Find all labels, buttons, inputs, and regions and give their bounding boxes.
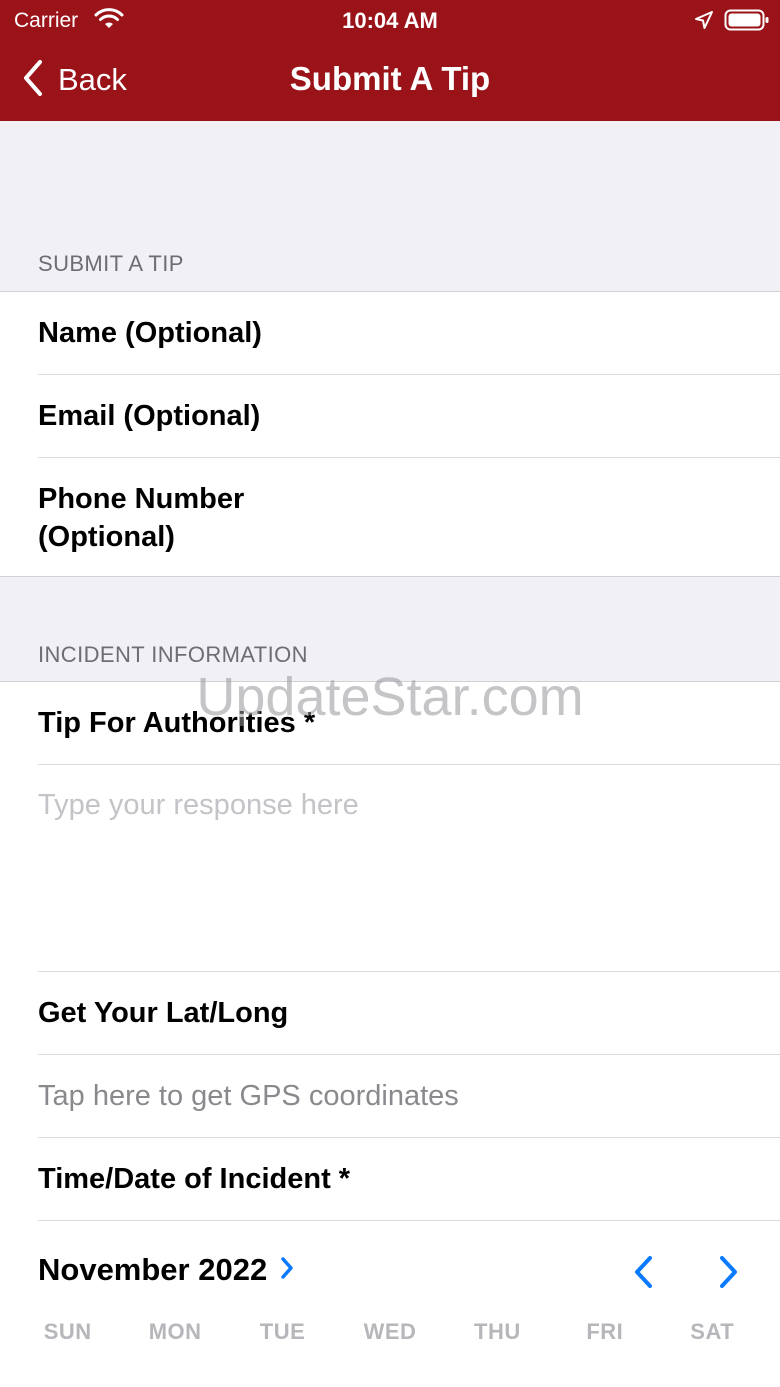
tip-for-authorities-label-row: Tip For Authorities * bbox=[38, 682, 780, 765]
location-arrow-icon bbox=[694, 10, 714, 35]
weekday-wed: WED bbox=[363, 1319, 417, 1344]
status-bar: Carrier 10:04 AM bbox=[0, 0, 780, 42]
calendar-month-picker[interactable]: November 2022 bbox=[38, 1252, 295, 1288]
get-gps-button[interactable]: Tap here to get GPS coordinates bbox=[38, 1055, 780, 1138]
name-field[interactable]: Name (Optional) bbox=[38, 292, 780, 375]
email-field-label: Email (Optional) bbox=[38, 400, 261, 432]
name-field-label: Name (Optional) bbox=[38, 317, 262, 349]
calendar-weekday-header: SUN MON TUE WED THU FRI SAT bbox=[14, 1319, 766, 1345]
weekday-tue: TUE bbox=[259, 1319, 306, 1344]
chevron-right-icon bbox=[712, 1256, 744, 1296]
clock: 10:04 AM bbox=[342, 8, 438, 33]
weekday-mon: MON bbox=[148, 1319, 202, 1344]
phone-field[interactable]: Phone Number (Optional) bbox=[38, 458, 780, 577]
calendar-next-month-button[interactable] bbox=[712, 1252, 744, 1297]
tip-response-textarea[interactable]: Type your response here bbox=[38, 765, 780, 972]
latlong-label: Get Your Lat/Long bbox=[38, 997, 289, 1029]
submit-tip-group: Name (Optional) Email (Optional) Phone N… bbox=[0, 291, 780, 577]
tip-response-placeholder: Type your response here bbox=[38, 789, 359, 821]
phone-field-label: Phone Number (Optional) bbox=[38, 482, 245, 553]
battery-icon bbox=[724, 8, 770, 37]
calendar-previous-month-button[interactable] bbox=[628, 1252, 660, 1297]
weekday-sat: SAT bbox=[690, 1319, 735, 1344]
weekday-fri: FRI bbox=[586, 1319, 624, 1344]
tip-label: Tip For Authorities * bbox=[38, 707, 316, 739]
datetime-label-row: Time/Date of Incident * bbox=[38, 1138, 780, 1221]
chevron-left-icon bbox=[628, 1256, 660, 1296]
chevron-right-icon bbox=[279, 1254, 295, 1287]
weekday-thu: THU bbox=[474, 1319, 521, 1344]
latlong-label-row: Get Your Lat/Long bbox=[38, 972, 780, 1055]
page-title: Submit A Tip bbox=[289, 60, 491, 97]
navigation-bar: Back Submit A Tip bbox=[0, 42, 780, 121]
calendar-month-label: November 2022 bbox=[38, 1252, 268, 1287]
datetime-label: Time/Date of Incident * bbox=[38, 1163, 351, 1195]
section-header-submit: SUBMIT A TIP bbox=[38, 251, 184, 276]
get-gps-label: Tap here to get GPS coordinates bbox=[38, 1079, 459, 1112]
weekday-sun: SUN bbox=[43, 1319, 92, 1344]
email-field[interactable]: Email (Optional) bbox=[38, 375, 780, 458]
section-header-incident: INCIDENT INFORMATION bbox=[38, 642, 308, 667]
